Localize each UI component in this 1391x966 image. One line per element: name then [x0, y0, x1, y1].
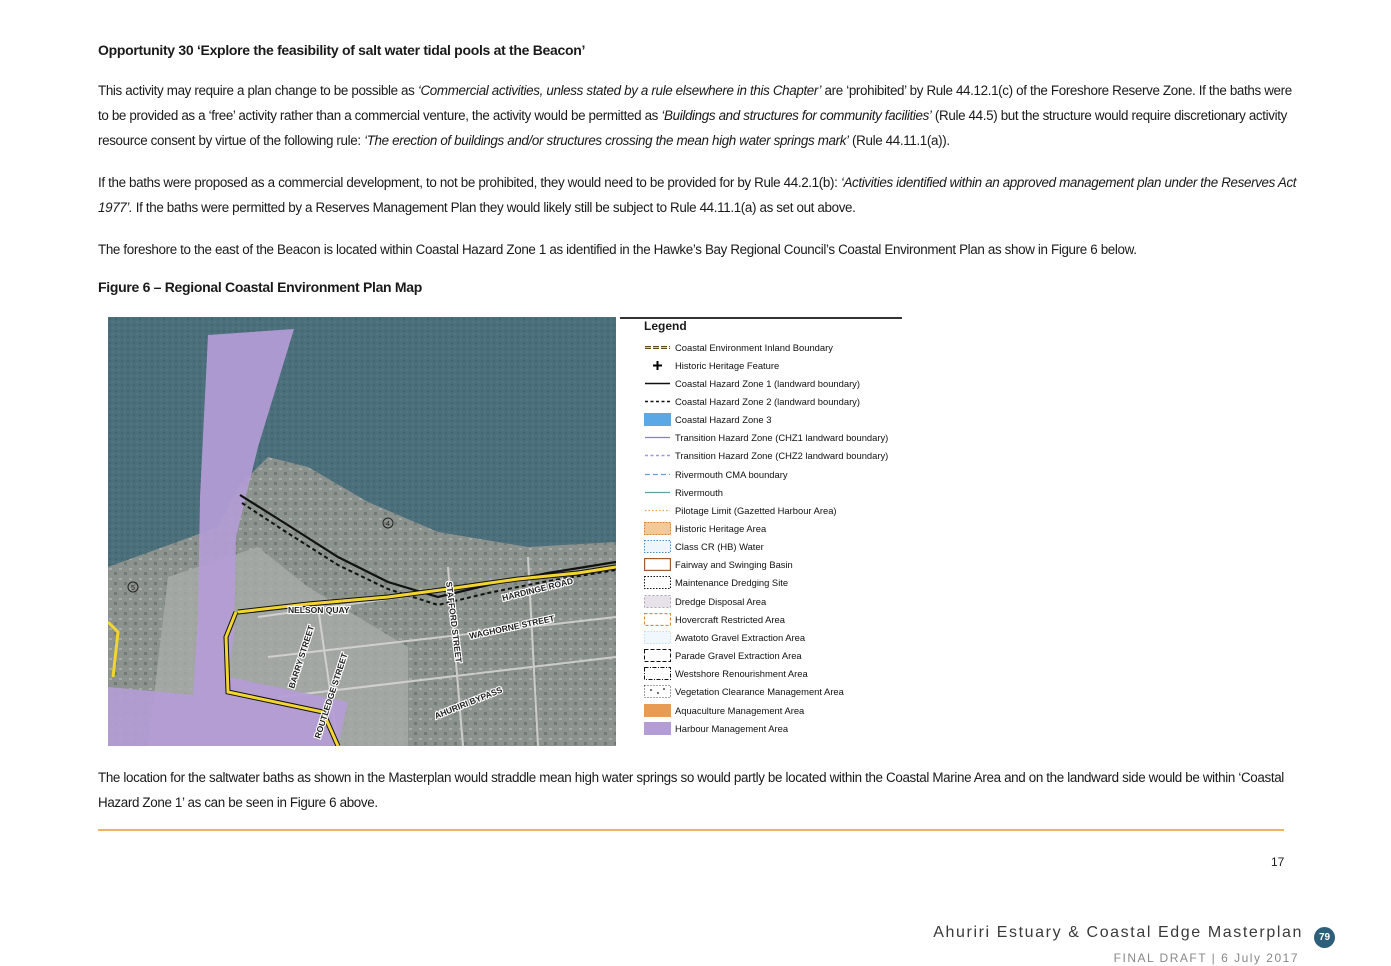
legend-label: Fairway and Swinging Basin — [675, 559, 793, 571]
legend-swatch-icon — [644, 649, 671, 663]
legend-item: Vegetation Clearance Management Area — [644, 684, 844, 700]
legend-swatch-icon — [644, 504, 671, 517]
legend-item: Dredge Disposal Area — [644, 593, 766, 609]
legend-item: Coastal Hazard Zone 2 (landward boundary… — [644, 393, 860, 409]
legend-item: Aquaculture Management Area — [644, 702, 804, 718]
paragraph-2: If the baths were proposed as a commerci… — [98, 170, 1298, 220]
legend-item: Rivermouth CMA boundary — [644, 466, 788, 482]
document-page: Opportunity 30 ‘Explore the feasibility … — [0, 0, 1391, 966]
legend-swatch-icon — [644, 703, 671, 717]
legend-item: Parade Gravel Extraction Area — [644, 648, 802, 664]
legend-swatch-icon — [644, 341, 671, 354]
legend-label: Historic Heritage Area — [675, 523, 767, 534]
footer-page-badge: 79 — [1314, 927, 1335, 948]
legend-swatch-icon — [644, 413, 671, 427]
text-run-italic: ‘Commercial activities, unless stated by… — [417, 83, 822, 98]
legend-label: Aquaculture Management Area — [675, 704, 805, 716]
figure-caption: Figure 6 – Regional Coastal Environment … — [98, 279, 422, 295]
legend-label: Hovercraft Restricted Area — [675, 613, 785, 625]
legend-label: Dredge Disposal Area — [675, 595, 767, 607]
legend-item: Hovercraft Restricted Area — [643, 611, 785, 627]
legend-label: Coastal Environment Inland Boundary — [675, 341, 833, 353]
legend-item: Historic Heritage Feature — [644, 357, 779, 373]
legend-label: Coastal Hazard Zone 2 (landward boundary… — [675, 395, 860, 407]
map-legend: Legend Coastal Environment Inland Bounda… — [620, 314, 905, 744]
legend-swatch-icon — [644, 359, 671, 372]
map-marker-4: 4 — [386, 521, 390, 528]
legend-item: Coastal Hazard Zone 1 (landward boundary… — [644, 375, 860, 391]
paragraph-4: The location for the saltwater baths as … — [98, 770, 1284, 810]
legend-item: Transition Hazard Zone (CHZ2 landward bo… — [644, 448, 888, 464]
legend-label: Rivermouth CMA boundary — [675, 468, 788, 480]
legend-swatch-icon — [644, 540, 671, 554]
legend-swatch-icon — [644, 377, 671, 390]
street-label-nelson-quay: NELSON QUAY — [288, 605, 350, 615]
legend-label: Parade Gravel Extraction Area — [675, 650, 802, 662]
text-run: If the baths were proposed as a commerci… — [98, 175, 841, 190]
legend-swatch-icon — [644, 395, 671, 408]
legend-swatch-icon — [644, 576, 671, 590]
legend-item: Westshore Renourishment Area — [644, 666, 808, 682]
legend-label: Historic Heritage Feature — [675, 359, 780, 371]
legend-label: Maintenance Dredging Site — [675, 577, 789, 589]
legend-label: Coastal Hazard Zone 1 (landward boundary… — [675, 377, 860, 389]
legend-label: Vegetation Clearance Management Area — [675, 686, 844, 698]
legend-swatch-icon — [644, 630, 671, 644]
legend-swatch-icon — [644, 468, 671, 481]
legend-swatch-icon — [643, 558, 672, 572]
paragraph-3: The foreshore to the east of the Beacon … — [98, 242, 1137, 257]
footer-title: Ahuriri Estuary & Coastal Edge Masterpla… — [933, 924, 1303, 941]
legend-swatch-icon — [644, 449, 671, 462]
aerial-map: 4 5 NELSON QUAY HARDINGE ROAD STAFFORD S… — [108, 317, 616, 746]
map-graphic: 4 5 NELSON QUAY HARDINGE ROAD STAFFORD S… — [108, 317, 616, 746]
legend-swatch-icon — [644, 721, 671, 735]
legend-label: Harbour Management Area — [675, 722, 789, 734]
legend-item: Harbour Management Area — [644, 720, 788, 736]
legend-item: Awatoto Gravel Extraction Area — [644, 629, 805, 645]
legend-title: Legend — [644, 319, 687, 333]
legend-label: Transition Hazard Zone (CHZ1 landward bo… — [675, 432, 889, 444]
section-divider — [98, 829, 1284, 831]
legend-swatch-icon — [644, 431, 671, 444]
text-run: (Rule 44.11.1(a)). — [848, 133, 950, 148]
legend-label: Awatoto Gravel Extraction Area — [675, 631, 806, 643]
legend-item: Transition Hazard Zone (CHZ1 landward bo… — [644, 430, 888, 446]
legend-item: Rivermouth — [644, 484, 723, 500]
legend-label: Westshore Renourishment Area — [675, 668, 808, 680]
legend-item: Fairway and Swinging Basin — [643, 557, 793, 573]
legend-item: Coastal Environment Inland Boundary — [644, 339, 833, 355]
legend-swatch-icon — [644, 594, 671, 608]
footer-subtitle: FINAL DRAFT | 6 July 2017 — [1113, 951, 1299, 965]
legend-swatch-icon — [644, 486, 671, 499]
legend-item: Pilotage Limit (Gazetted Harbour Area) — [644, 502, 837, 518]
legend-item: Coastal Hazard Zone 3 — [644, 412, 771, 428]
section-heading: Opportunity 30 ‘Explore the feasibility … — [98, 42, 586, 58]
legend-swatch-icon — [644, 667, 671, 681]
paragraph-1: This activity may require a plan change … — [98, 78, 1298, 153]
legend-item: Class CR (HB) Water — [644, 539, 764, 555]
legend-swatch-icon — [644, 685, 671, 699]
legend-label: Coastal Hazard Zone 3 — [675, 414, 772, 426]
text-run: This activity may require a plan change … — [98, 83, 418, 98]
legend-swatch-icon — [643, 612, 672, 626]
legend-label: Pilotage Limit (Gazetted Harbour Area) — [675, 504, 837, 516]
legend-item: Historic Heritage Area — [644, 521, 766, 537]
page-number: 17 — [1271, 855, 1285, 869]
legend-label: Class CR (HB) Water — [675, 541, 764, 553]
legend-label: Transition Hazard Zone (CHZ2 landward bo… — [675, 450, 889, 462]
legend-swatch-icon — [644, 522, 671, 535]
text-run-italic: ‘The erection of buildings and/or struct… — [364, 133, 849, 148]
text-run: If the baths were permitted by a Reserve… — [132, 200, 856, 215]
map-marker-5: 5 — [131, 585, 135, 592]
legend-label: Rivermouth — [675, 486, 723, 498]
legend-item: Maintenance Dredging Site — [644, 575, 788, 591]
text-run-italic: ‘Buildings and structures for community … — [661, 108, 932, 123]
